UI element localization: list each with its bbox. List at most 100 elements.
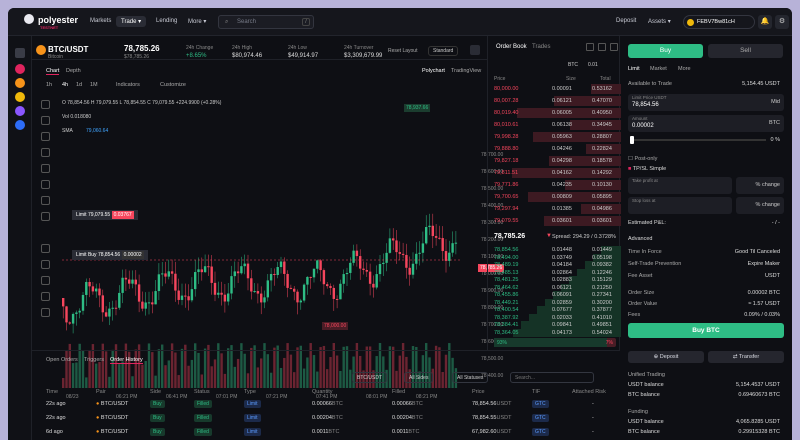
bitcoin-icon[interactable] [15, 78, 25, 88]
ask-row[interactable]: 80,000.00 0.00091 0.53162 [488, 84, 621, 94]
magnet-icon[interactable] [41, 260, 50, 269]
ask-row[interactable]: 79,771.86 0.04235 0.10130 [488, 180, 621, 190]
ask-row[interactable]: 79,297.94 0.01385 0.04986 [488, 204, 621, 214]
mid-button[interactable]: Mid [771, 99, 780, 105]
tpsl-checkbox[interactable]: ■ TP/SL Simple [628, 166, 666, 172]
coin-icon[interactable] [15, 92, 25, 102]
tab-triggers[interactable]: Triggers [84, 357, 104, 363]
nav-assets[interactable]: Assets ▾ [648, 18, 671, 25]
ask-row[interactable]: 79,811.51 0.04162 0.14292 [488, 168, 621, 178]
ask-row[interactable]: 80,007.28 0.06121 0.47070 [488, 96, 621, 106]
interval-1m[interactable]: 1M [90, 82, 98, 88]
adv-value[interactable]: Good Til Canceled [735, 249, 780, 255]
pair-selector[interactable]: BTC/USDT [48, 45, 88, 54]
panel-toggle-icon[interactable] [15, 48, 25, 58]
line-tool-icon[interactable] [41, 116, 50, 125]
brush-icon[interactable] [41, 180, 50, 189]
reset-layout-button[interactable]: Reset Layout [388, 48, 417, 54]
tab-trades[interactable]: Trades [532, 44, 550, 50]
buy-order-line-label[interactable]: Limit Buy 78,854.56 0.00002 [72, 250, 148, 260]
tab-chart[interactable]: Chart [46, 68, 60, 75]
nav-trade[interactable]: Trade ▾ [116, 16, 147, 27]
ask-row[interactable]: 79,827.18 0.04298 0.18578 [488, 156, 621, 166]
brand-name[interactable]: polyester [38, 15, 78, 25]
adv-value[interactable]: Expire Maker [748, 261, 780, 267]
trash-icon[interactable] [41, 308, 50, 317]
cursor-icon[interactable] [41, 100, 50, 109]
amount-slider[interactable] [630, 136, 766, 144]
measure-icon[interactable] [41, 212, 50, 221]
ask-row[interactable]: 80,019.40 0.06005 0.40950 [488, 108, 621, 118]
layout-select[interactable]: Standard [428, 46, 459, 56]
advanced-toggle[interactable]: Advanced [628, 236, 652, 242]
slider-handle[interactable] [630, 136, 634, 144]
deposit-button[interactable]: ⊕ Deposit [628, 351, 704, 363]
tab-order-book[interactable]: Order Book [496, 44, 527, 50]
interval-1h[interactable]: 1h [46, 82, 52, 88]
tpsl-mode-select[interactable]: Simple [649, 166, 666, 172]
post-only-checkbox[interactable]: ☐ Post-only [628, 156, 657, 162]
order-type-limit[interactable]: Limit [628, 66, 640, 72]
pair-filter[interactable]: BTC/USDT [352, 372, 387, 383]
book-symbol-select[interactable]: BTC [568, 62, 578, 68]
tab-tradingview[interactable]: TradingView [451, 68, 481, 74]
book-view-bids-icon[interactable] [598, 43, 606, 51]
tab-polychart[interactable]: Polychart [422, 68, 445, 74]
interval-4h[interactable]: 4h [62, 82, 68, 88]
adv-value[interactable]: USDT [765, 273, 780, 279]
indicators-button[interactable]: Indicators [116, 82, 140, 88]
side-filter[interactable]: All Sides [404, 372, 434, 383]
tab-order-history[interactable]: Order History [110, 357, 143, 364]
tab-depth[interactable]: Depth [66, 68, 81, 74]
tab-open-orders[interactable]: Open Orders [46, 357, 78, 363]
stop-loss-field[interactable]: Stop loss at [628, 197, 732, 214]
nav-lending[interactable]: Lending [156, 18, 177, 24]
brand-logo-icon[interactable] [24, 14, 34, 24]
bid-row[interactable]: 78,364.05 0.04173 0.54024 [488, 328, 621, 337]
ask-row[interactable]: 79,998.28 0.05963 0.28807 [488, 132, 621, 142]
settings-gear-icon[interactable]: ⚙ [775, 15, 789, 29]
open-order-line-label[interactable]: Limit 79,079.55 0.03767 [72, 210, 138, 220]
sell-tab[interactable]: Sell [708, 44, 783, 58]
buy-tab[interactable]: Buy [628, 44, 703, 58]
orders-search-input[interactable]: Search... [510, 372, 594, 383]
interval-1d[interactable]: 1d [76, 82, 82, 88]
ask-row[interactable]: 79,079.55 0.03601 0.03601 [488, 216, 621, 226]
amount-field[interactable]: Amount 0.00002 BTC [628, 115, 784, 132]
zoom-icon[interactable] [41, 244, 50, 253]
transfer-button[interactable]: ⇄ Transfer [708, 351, 784, 363]
take-profit-mode-select[interactable]: % change [736, 177, 784, 194]
book-view-both-icon[interactable] [586, 43, 594, 51]
status-filter[interactable]: All Statuses [452, 372, 489, 383]
visibility-icon[interactable] [41, 292, 50, 301]
take-profit-field[interactable]: Take profit at [628, 177, 732, 194]
trend-line-icon[interactable] [41, 132, 50, 141]
book-step-select[interactable]: 0.01 [588, 62, 598, 68]
lock-icon[interactable] [41, 276, 50, 285]
order-type-market[interactable]: Market [650, 66, 667, 72]
search-box[interactable]: ⌕ Search / [218, 15, 314, 29]
ask-row[interactable]: 79,888.80 0.04246 0.22824 [488, 144, 621, 154]
nav-deposit[interactable]: Deposit [616, 18, 636, 24]
sidebar-app-icon[interactable] [15, 64, 25, 74]
text-tool-icon[interactable] [41, 196, 50, 205]
coin-icon[interactable] [15, 106, 25, 116]
amount-percent[interactable]: 0 % [771, 137, 780, 143]
nav-more[interactable]: More ▾ [188, 18, 206, 25]
layout-color-icon[interactable] [470, 45, 480, 55]
order-type-more[interactable]: More [678, 66, 691, 72]
account-button[interactable]: FEBV7Bw81cH [683, 15, 755, 29]
limit-price-field[interactable]: Limit Price USDT 78,854.56 Mid [628, 94, 784, 111]
amount-unit-select[interactable]: BTC [769, 120, 780, 126]
ask-row[interactable]: 79,700.65 0.00809 0.05895 [488, 192, 621, 202]
pattern-tool-icon[interactable] [41, 164, 50, 173]
fib-tool-icon[interactable] [41, 148, 50, 157]
notifications-icon[interactable]: 🔔 [758, 15, 772, 29]
buy-btc-button[interactable]: Buy BTC [628, 323, 784, 338]
nav-markets[interactable]: Markets [90, 18, 111, 24]
stop-loss-mode-select[interactable]: % change [736, 197, 784, 214]
ask-row[interactable]: 80,010.61 0.06138 0.34945 [488, 120, 621, 130]
book-view-asks-icon[interactable] [610, 43, 618, 51]
coin-icon[interactable] [15, 120, 25, 130]
customize-button[interactable]: Customize [160, 82, 186, 88]
